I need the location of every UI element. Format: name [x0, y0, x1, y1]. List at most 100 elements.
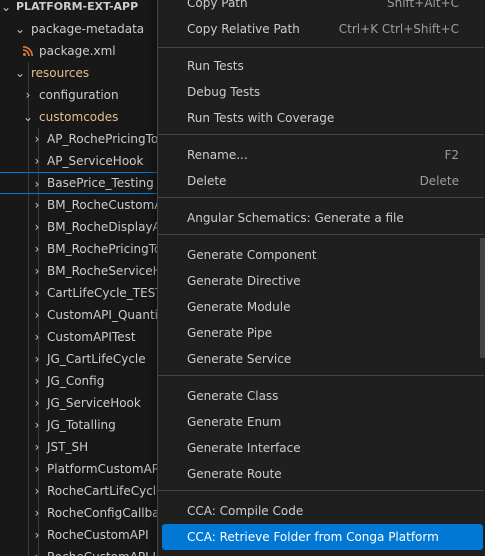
tree-item-folder[interactable]: › BM_RocheServiceH [0, 260, 170, 282]
chevron-right-icon: › [34, 484, 40, 498]
menu-item-copy-path[interactable]: Copy Path Shift+Alt+C [162, 0, 483, 16]
tree-item-folder[interactable]: › JG_CartLifeCycle [0, 348, 170, 370]
menu-item-label: Run Tests [187, 59, 244, 73]
chevron-right-icon: › [34, 177, 40, 191]
tree-item-folder[interactable]: › BM_RochePricingTo [0, 238, 170, 260]
menu-item-label: CCA: Compile Code [187, 504, 304, 518]
tree-item-folder[interactable]: › CustomAPITest [0, 326, 170, 348]
chevron-right-icon: › [34, 286, 40, 300]
menu-item-generate-component[interactable]: Generate Component [162, 242, 483, 268]
tree-item-folder[interactable]: › AP_RochePricingTo [0, 128, 170, 150]
tree-item-label: JG_CartLifeCycle [47, 352, 146, 366]
tree-item-package-xml[interactable]: package.xml [0, 40, 170, 62]
chevron-right-icon: › [34, 528, 40, 542]
menu-item-label: Generate Enum [187, 415, 282, 429]
tree-item-folder[interactable]: › JST_SH [0, 436, 170, 458]
tree-item-label: BasePrice_Testing [47, 176, 154, 190]
tree-item-folder[interactable]: › JG_Totalling [0, 414, 170, 436]
menu-item-copy-relative-path[interactable]: Copy Relative Path Ctrl+K Ctrl+Shift+C [162, 16, 483, 42]
tree-item-label: customcodes [39, 110, 119, 124]
menu-item-shortcut: Shift+Alt+C [386, 0, 459, 10]
tree-item-label: AP_RochePricingTo [47, 132, 159, 146]
menu-separator [158, 375, 484, 376]
menu-item-generate-pipe[interactable]: Generate Pipe [162, 320, 483, 346]
menu-item-label: Generate Directive [187, 274, 301, 288]
menu-item-generate-service[interactable]: Generate Service [162, 346, 483, 372]
tree-item-label: JG_Config [47, 374, 105, 388]
menu-item-run-tests-coverage[interactable]: Run Tests with Coverage [162, 105, 483, 131]
menu-item-generate-class[interactable]: Generate Class [162, 383, 483, 409]
menu-item-label: Delete [187, 174, 227, 188]
chevron-right-icon: › [34, 154, 40, 168]
menu-separator [158, 490, 484, 491]
menu-item-shortcut: Delete [419, 174, 459, 188]
context-menu: Copy Path Shift+Alt+C Copy Relative Path… [157, 0, 485, 556]
menu-item-label: Angular Schematics: Generate a file [187, 211, 404, 225]
menu-item-generate-module[interactable]: Generate Module [162, 294, 483, 320]
chevron-right-icon: › [34, 264, 40, 278]
tree-item-folder[interactable]: › BM_RocheCustomA [0, 194, 170, 216]
menu-item-generate-route[interactable]: Generate Route [162, 461, 483, 487]
menu-item-label: Copy Path [187, 0, 248, 10]
tree-item-folder[interactable]: › RocheCustomAPI I [0, 546, 170, 556]
chevron-right-icon: › [34, 418, 40, 432]
chevron-right-icon: › [34, 132, 40, 146]
chevron-right-icon: › [34, 396, 40, 410]
tree-item-resources[interactable]: ⌄ resources [0, 62, 170, 84]
menu-item-rename[interactable]: Rename... F2 [162, 142, 483, 168]
chevron-right-icon: › [34, 220, 40, 234]
menu-item-cca-compile-code[interactable]: CCA: Compile Code [162, 498, 483, 524]
tree-item-package-metadata[interactable]: ⌄ package-metadata [0, 18, 170, 40]
tree-item-label: CartLifeCycle_TEST [47, 286, 163, 300]
tree-item-folder[interactable]: › JG_Config [0, 370, 170, 392]
menu-item-delete[interactable]: Delete Delete [162, 168, 483, 194]
chevron-down-icon: ⌄ [14, 66, 26, 80]
menu-item-label: Debug Tests [187, 85, 261, 99]
menu-item-label: Copy Relative Path [187, 22, 300, 36]
menu-item-generate-interface[interactable]: Generate Interface [162, 435, 483, 461]
tree-item-folder[interactable]: › RocheCartLifeCycle [0, 480, 170, 502]
tree-item-label: RocheCustomAPI I [47, 546, 156, 556]
tree-item-label: JST_SH [47, 440, 89, 454]
tree-item-label: BM_RocheCustomA [47, 198, 163, 212]
tree-item-customcodes[interactable]: ⌄ customcodes [0, 106, 170, 128]
tree-item-folder[interactable]: › BM_RocheDisplayA [0, 216, 170, 238]
tree-item-label: AP_ServiceHook [47, 154, 144, 168]
tree-item-configuration[interactable]: › configuration [0, 84, 170, 106]
menu-item-angular-schematics[interactable]: Angular Schematics: Generate a file [162, 205, 483, 231]
menu-item-generate-directive[interactable]: Generate Directive [162, 268, 483, 294]
explorer-root-label: PLATFORM-EXT-APP [16, 0, 139, 13]
tree-item-label: PlatformCustomAP [47, 462, 160, 476]
tree-item-folder[interactable]: › CartLifeCycle_TEST [0, 282, 170, 304]
tree-item-folder[interactable]: › JG_ServiceHook [0, 392, 170, 414]
tree-item-folder[interactable]: › CustomAPI_Quanti [0, 304, 170, 326]
menu-item-shortcut: F2 [444, 148, 459, 162]
menu-item-generate-enum[interactable]: Generate Enum [162, 409, 483, 435]
menu-item-run-tests[interactable]: Run Tests [162, 53, 483, 79]
menu-item-label: Generate Route [187, 467, 282, 481]
menu-item-debug-tests[interactable]: Debug Tests [162, 79, 483, 105]
tree-item-label: JG_Totalling [47, 418, 116, 432]
tree-item-folder[interactable]: › RocheConfigCallba [0, 502, 170, 524]
tree-item-folder[interactable]: › RocheCustomAPI [0, 524, 170, 546]
menu-separator [158, 234, 484, 235]
tree-item-label: BM_RocheDisplayA [47, 220, 161, 234]
chevron-right-icon: › [34, 330, 40, 344]
tree-item-label: configuration [39, 88, 119, 102]
chevron-right-icon: › [25, 88, 31, 102]
chevron-right-icon: › [34, 308, 40, 322]
tree-item-label: RocheCustomAPI [47, 528, 149, 542]
tree-item-folder-selected[interactable]: › BasePrice_Testing [0, 172, 170, 194]
tree-item-label: CustomAPI_Quanti [47, 308, 159, 322]
menu-item-label: CCA: Retrieve Folder from Conga Platform [187, 530, 439, 544]
menu-item-label: Rename... [187, 148, 248, 162]
explorer-panel: ⌄ PLATFORM-EXT-APP ⌄ package-metadata pa… [0, 0, 170, 556]
menu-scrollbar-thumb[interactable] [480, 238, 485, 358]
tree-item-folder[interactable]: › AP_ServiceHook [0, 150, 170, 172]
explorer-root-row[interactable]: ⌄ PLATFORM-EXT-APP [0, 0, 170, 18]
tree-item-label: package.xml [39, 44, 116, 58]
menu-item-cca-retrieve-folder[interactable]: CCA: Retrieve Folder from Conga Platform [162, 524, 483, 550]
menu-item-label: Generate Service [187, 352, 292, 366]
tree-item-folder[interactable]: › PlatformCustomAP [0, 458, 170, 480]
chevron-right-icon: › [34, 242, 40, 256]
